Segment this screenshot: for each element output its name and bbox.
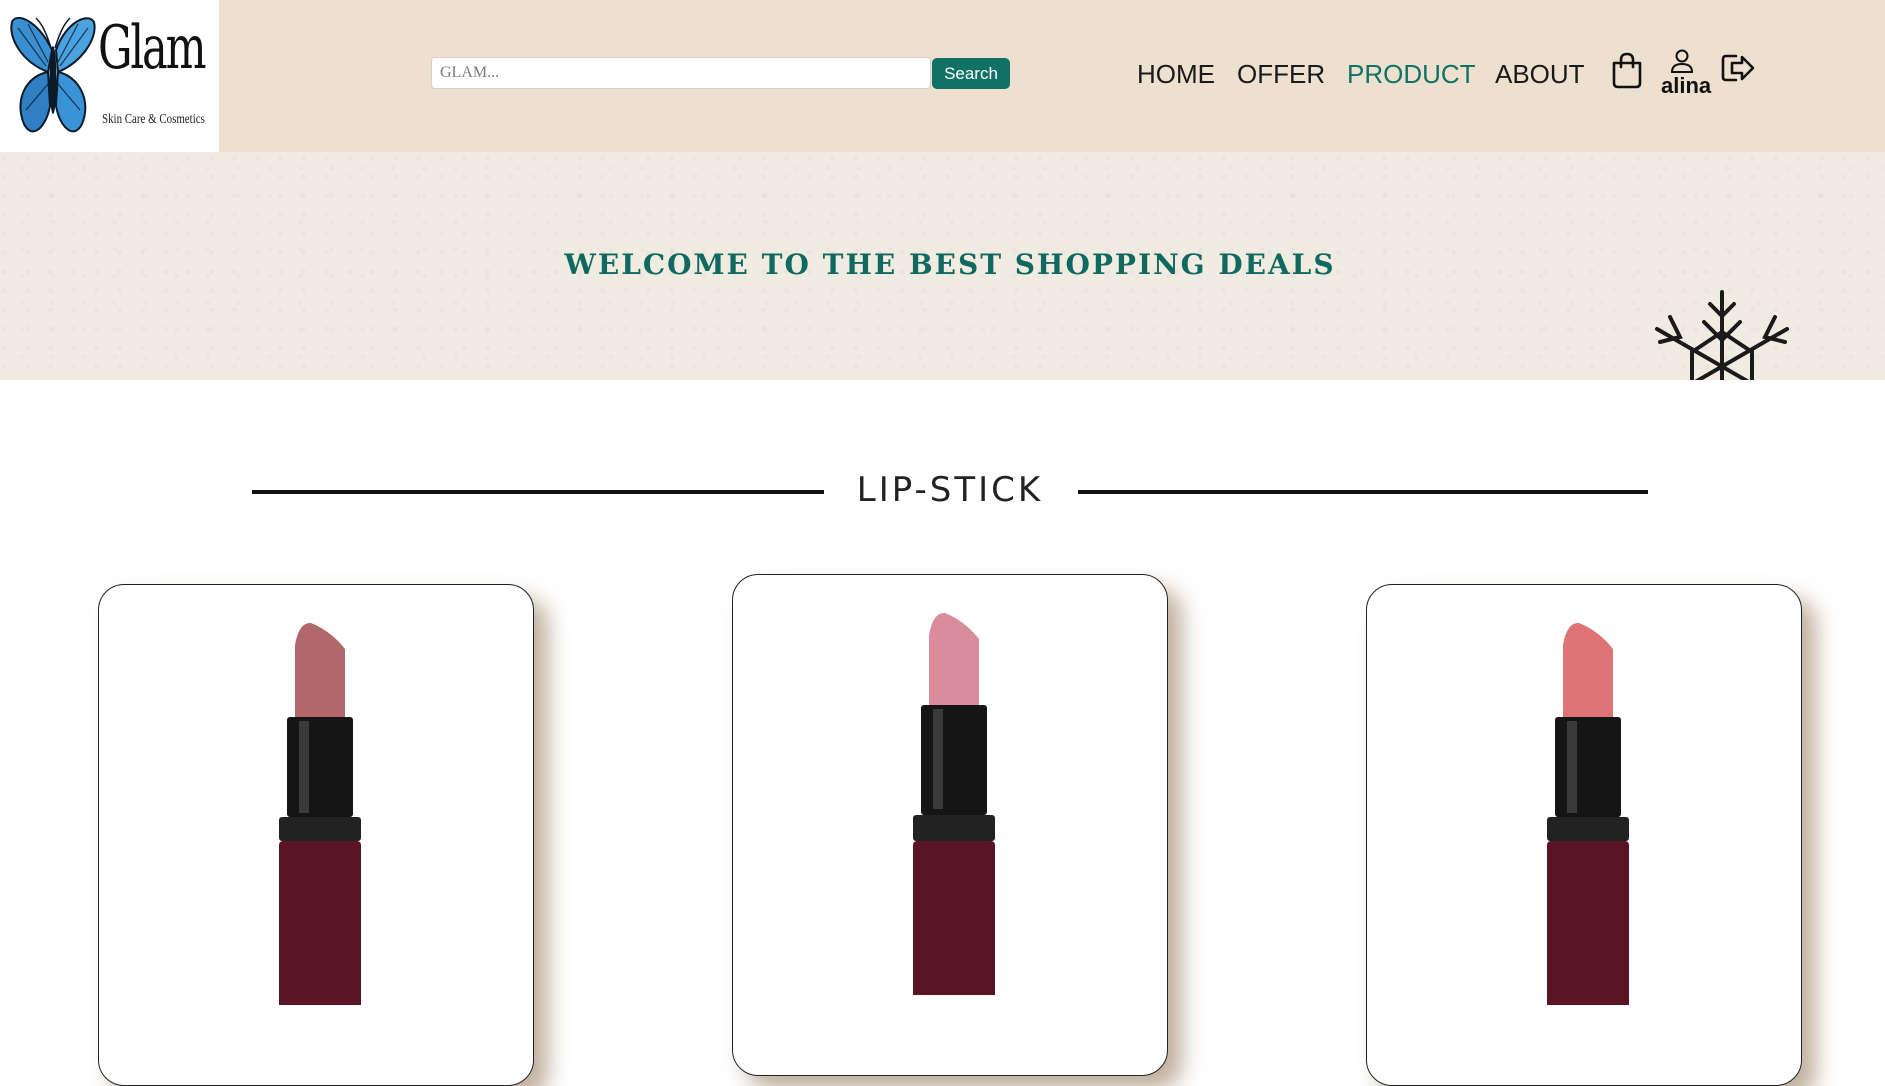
product-card[interactable] [732, 574, 1168, 1076]
product-card[interactable] [1366, 584, 1802, 1086]
brand-logo[interactable]: Glam Skin Care & Cosmetics [0, 0, 219, 152]
nav-home[interactable]: HOME [1137, 58, 1215, 90]
product-card[interactable] [98, 584, 534, 1086]
nav-product[interactable]: PRODUCT [1347, 58, 1476, 90]
section-title: LIP-STICK [856, 470, 1044, 510]
nav-offer[interactable]: OFFER [1237, 58, 1325, 90]
butterfly-logo-icon [10, 17, 96, 133]
lipstick-image [279, 622, 361, 1005]
site-header: Glam Skin Care & Cosmetics Search HOME O… [0, 0, 1885, 152]
shopping-bag-icon[interactable] [1610, 51, 1644, 89]
welcome-banner: WELCOME TO THE BEST SHOPPING DEALS [0, 152, 1885, 380]
banner-headline: WELCOME TO THE BEST SHOPPING DEALS [564, 248, 1336, 281]
brand-name: Glam [98, 13, 207, 83]
lipstick-image [913, 612, 995, 995]
user-icon[interactable] [1670, 48, 1694, 74]
search-button[interactable]: Search [932, 58, 1010, 89]
title-rule-left [252, 490, 824, 494]
logout-icon[interactable] [1720, 52, 1756, 84]
title-rule-right [1078, 490, 1648, 494]
brand-tagline: Skin Care & Cosmetics [102, 112, 205, 127]
user-name[interactable]: alina [1661, 73, 1711, 99]
nav-about[interactable]: ABOUT [1495, 58, 1585, 90]
search-input[interactable] [431, 57, 931, 89]
snowflake-icon [1655, 290, 1789, 380]
lipstick-image [1547, 622, 1629, 1005]
